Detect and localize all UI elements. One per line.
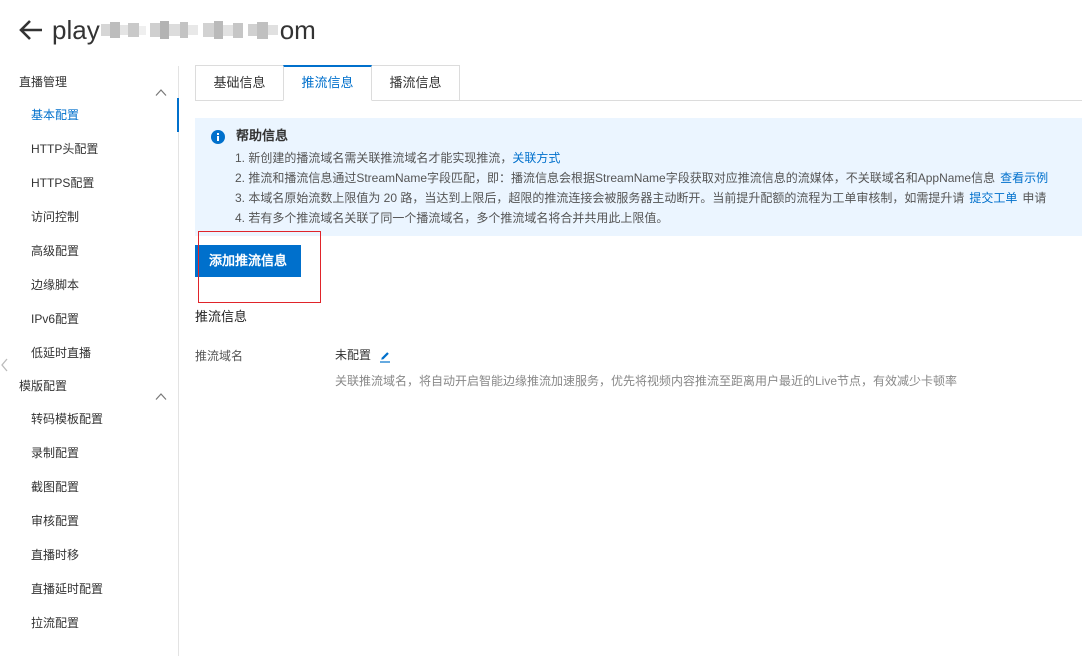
sidebar-item-label: 低延时直播 [31, 346, 92, 360]
sidebar-group-label: 模版配置 [19, 379, 68, 393]
pencil-icon[interactable] [379, 350, 391, 363]
field-label-push-domain: 推流域名 [195, 349, 244, 363]
help-line-text: 3. 本域名原始流数上限值为 20 路，当达到上限后，超限的推流连接会被服务器主… [235, 191, 965, 205]
help-lines: 1. 新创建的播流域名需关联推流域名才能实现推流，关联方式 2. 推流和播流信息… [235, 148, 1075, 228]
tab-play-stream-info[interactable]: 播流信息 [371, 65, 460, 101]
sidebar-item-label: 高级配置 [31, 244, 80, 258]
sidebar-item-time-shift[interactable]: 直播时移 [0, 538, 178, 572]
help-title: 帮助信息 [236, 128, 289, 143]
field-description: 关联推流域名，将自动开启智能边缘推流加速服务，优先将视频内容推流至距离用户最近的… [335, 374, 958, 388]
sidebar-item-review[interactable]: 审核配置 [0, 504, 178, 538]
sidebar-group-template-config[interactable]: 模版配置 [0, 370, 178, 402]
info-icon [211, 130, 225, 144]
section-title: 推流信息 [195, 309, 248, 324]
link-association-method[interactable]: 关联方式 [512, 151, 560, 165]
sidebar-item-ipv6[interactable]: IPv6配置 [0, 302, 178, 336]
sidebar-item-label: 审核配置 [31, 514, 80, 528]
help-line: 3. 本域名原始流数上限值为 20 路，当达到上限后，超限的推流连接会被服务器主… [235, 188, 1075, 208]
chevron-up-icon[interactable] [155, 77, 167, 96]
sidebar-item-label: HTTP头配置 [31, 142, 99, 156]
tab-push-stream-info[interactable]: 推流信息 [283, 65, 372, 101]
chevron-up-icon[interactable] [155, 381, 167, 400]
tab-bar: 基础信息 推流信息 播流信息 [195, 65, 1082, 101]
sidebar-item-label: IPv6配置 [31, 312, 80, 326]
help-line-text: 1. 新创建的播流域名需关联推流域名才能实现推流， [235, 151, 513, 165]
sidebar-item-delay-config[interactable]: 直播延时配置 [0, 572, 178, 606]
help-line-tail: 申请 [1022, 191, 1047, 205]
sidebar-item-label: 转码模板配置 [31, 412, 104, 426]
sidebar-item-https[interactable]: HTTPS配置 [0, 166, 178, 200]
sidebar-item-transcode-template[interactable]: 转码模板配置 [0, 402, 178, 436]
active-indicator [177, 98, 179, 132]
help-line: 2. 推流和播流信息通过StreamName字段匹配，即：播流信息会根据Stre… [235, 168, 1075, 188]
sidebar-item-label: 直播延时配置 [31, 582, 104, 596]
sidebar-item-low-latency[interactable]: 低延时直播 [0, 336, 178, 370]
help-line-text: 4. 若有多个推流域名关联了同一个播流域名，多个推流域名将合并共用此上限值。 [235, 211, 669, 225]
title-suffix: om [279, 15, 316, 45]
sidebar-item-label: 边缘脚本 [31, 278, 80, 292]
sidebar-item-label: 录制配置 [31, 446, 80, 460]
sidebar-group-label: 直播管理 [19, 75, 68, 89]
redacted-blur [100, 18, 278, 42]
sidebar-item-http-header[interactable]: HTTP头配置 [0, 132, 178, 166]
tab-basic-info[interactable]: 基础信息 [195, 65, 284, 101]
link-submit-ticket[interactable]: 提交工单 [969, 191, 1017, 205]
help-info-box: 帮助信息 1. 新创建的播流域名需关联推流域名才能实现推流，关联方式 2. 推流… [195, 118, 1082, 236]
sidebar-item-edge-script[interactable]: 边缘脚本 [0, 268, 178, 302]
back-arrow-icon[interactable] [18, 19, 44, 41]
page-header: play om [0, 0, 1082, 62]
link-view-example[interactable]: 查看示例 [1000, 171, 1048, 185]
sidebar-item-label: 直播时移 [31, 548, 80, 562]
sidebar-item-snapshot[interactable]: 截图配置 [0, 470, 178, 504]
sidebar-nav: 直播管理 基本配置 HTTP头配置 HTTPS配置 访问控制 高级配置 边缘脚本… [0, 66, 179, 656]
sidebar-item-label: 访问控制 [31, 210, 80, 224]
page-title: play om [52, 14, 316, 46]
help-line: 1. 新创建的播流域名需关联推流域名才能实现推流，关联方式 [235, 148, 1075, 168]
sidebar-item-recording[interactable]: 录制配置 [0, 436, 178, 470]
sidebar-item-advanced[interactable]: 高级配置 [0, 234, 178, 268]
title-prefix: play [52, 15, 100, 45]
field-value-push-domain: 未配置 [335, 348, 372, 362]
sidebar-item-access-control[interactable]: 访问控制 [0, 200, 178, 234]
sidebar-item-label: 基本配置 [31, 108, 80, 122]
sidebar-item-pull-stream[interactable]: 拉流配置 [0, 606, 178, 640]
sidebar-item-label: 截图配置 [31, 480, 80, 494]
help-line: 4. 若有多个推流域名关联了同一个播流域名，多个推流域名将合并共用此上限值。 [235, 208, 1075, 228]
chevron-left-icon[interactable] [0, 357, 9, 373]
sidebar-item-label: 拉流配置 [31, 616, 80, 630]
sidebar-group-live-management[interactable]: 直播管理 [0, 66, 178, 98]
help-line-text: 2. 推流和播流信息通过StreamName字段匹配，即：播流信息会根据Stre… [235, 171, 996, 185]
sidebar-item-basic-config[interactable]: 基本配置 [0, 98, 179, 132]
add-push-stream-button[interactable]: 添加推流信息 [195, 245, 301, 277]
sidebar-item-label: HTTPS配置 [31, 176, 95, 190]
